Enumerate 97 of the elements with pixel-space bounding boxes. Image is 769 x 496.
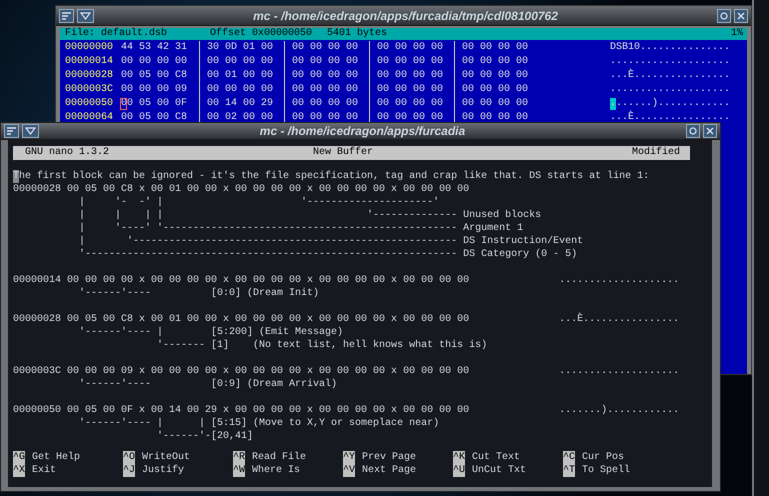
hex-offset: 00000000 [65,41,114,55]
hex-bytes: 00 00 00 00 [462,42,528,53]
shortcut-label: Prev Page [362,451,416,464]
shortcut-label: Cur Pos [582,451,624,464]
hex-bytes: 00 00 00 00 [121,56,188,67]
shortcut-key: ^U [453,464,466,477]
editor-line: | '----' '------------------------------------------------- Argument 1 [78,223,524,234]
hex-bytes: 00 00 00 00 [377,70,444,81]
shortcut-key: ^J [123,464,136,477]
hex-bytes: 00 00 00 00 [207,56,274,67]
circle-button-icon[interactable] [717,8,731,22]
shortcut-label: To Spell [582,464,630,477]
close-icon[interactable] [703,124,717,138]
hex-bytes: 00 00 00 00 [462,98,528,109]
hex-bytes: 00 00 00 00 [462,56,528,67]
hex-bytes: 00 00 00 00 [292,42,358,53]
close-icon[interactable] [734,8,748,22]
shortcut-key: ^Y [343,451,356,464]
circle-button-icon[interactable] [686,124,700,138]
hex-offset: 0000003C [65,83,114,97]
hex-bytes: 00 00 00 00 [292,56,358,67]
hex-bytes: 30 0D 01 00 [207,42,274,53]
window-title: mc - /home/icedragon/apps/furcadia [260,124,466,138]
editor-line: 00000014 00 00 00 00 x 00 00 00 00 x 00 00 00 00 x 00 00 00 00 x 00 00 00 00 .................... [13,275,680,286]
shortcut-key: ^W [233,464,246,477]
hex-bytes: 00 00 00 00 [377,112,444,123]
hex-bytes: 00 00 00 00 [462,70,528,81]
shortcut-key: ^O [123,451,136,464]
editor-line: '------- [1] (No text list, hell knows what this is) [156,340,488,351]
hex-bytes: 00 01 00 00 [207,70,274,81]
hex-bytes: 00 00 00 00 [292,112,358,123]
shortcut-label: Read File [252,451,306,464]
editor-line: '------'---- [0:9] (Dream Arrival) [78,379,338,390]
editor-line: '------'-[20,41] [156,431,254,442]
window-title: mc - /home/icedragon/apps/furcadia/tmp/cdl08100762 [253,8,558,22]
shortcut-key: ^G [13,451,26,464]
dropdown-icon[interactable] [77,8,94,22]
hex-offset: 00000028 [65,69,114,83]
ascii-text: DSB10............... [610,42,730,53]
menu-icon[interactable] [59,8,74,22]
hex-offset: 00000064 [65,111,114,125]
ascii-text: ...È................ [610,112,730,123]
shortcut-key: ^V [343,464,356,477]
editor-line: '-------------------------------------------------------------- DS Category (0 - 5) [78,249,578,260]
ascii-text: .................... [610,56,730,67]
hex-bytes: 00 00 00 00 [292,84,358,95]
shortcut-key: ^K [453,451,466,464]
shortcut-label: Where Is [252,464,300,477]
editor-line: | '- -' | '---------------------' [78,197,440,208]
shortcut-label: UnCut Txt [472,464,526,477]
editor-line: 00000028 00 05 00 C8 x 00 01 00 00 x 00 00 00 00 x 00 00 00 00 x 00 00 00 00 ...È................ [13,314,680,325]
hex-bytes: 00 00 00 09 [121,84,188,95]
hex-bytes: 00 00 00 00 [292,98,358,109]
shortcut-label: Get Help [32,451,80,464]
file-name: File: default.dsb [65,28,168,40]
editor-line: 0000003C 00 00 00 09 x 00 00 00 00 x 00 00 00 00 x 00 00 00 00 x 00 00 00 00 .................... [13,366,680,377]
shortcut-label: Exit [32,464,56,477]
percent-text: 1% [730,28,743,40]
dropdown-icon[interactable] [22,124,39,138]
hex-bytes: 00 14 00 29 [207,98,274,109]
ascii-text: ...È................ [610,70,730,81]
editor-line: '------'---- | | [5:15] (Move to X,Y or someplace near) [78,418,440,429]
shortcut-key: ^R [233,451,246,464]
editor-line: | '------------------------------------------------------ DS Instruction/Event [78,236,584,247]
shortcut-key: ^X [13,464,26,477]
offset-text: Offset 0x00000050 [210,28,314,40]
shortcut-label: Justify [142,464,184,477]
shortcut-key: ^C [563,451,576,464]
shortcut-key: ^T [563,464,576,477]
app-version: GNU nano 1.3.2 [25,146,110,160]
hex-bytes: 00 00 00 00 [377,56,444,67]
hex-bytes: 00 00 00 00 [292,70,358,81]
modified-status: Modified [632,146,680,160]
hex-bytes: 00 00 00 00 [377,98,444,109]
hex-bytes: 00 00 00 00 [207,84,274,95]
editor-line: | | | | '-------------- Unused blocks [78,210,542,221]
hex-offset: 00000014 [65,55,114,69]
shortcut-label: Next Page [362,464,416,477]
hex-bytes: 00 00 00 00 [377,42,444,53]
hex-bytes: 00 05 00 C8 [121,112,188,123]
shortcut-label: WriteOut [142,451,190,464]
hex-bytes: 00 05 00 C8 [121,70,188,81]
hex-bytes: 00 02 00 00 [207,112,274,123]
hex-bytes: 00 00 00 00 [462,112,528,123]
hex-offset: 00000050 [65,97,114,111]
file-size: 5401 bytes [327,28,388,40]
editor-line: '------'---- | [5:200] (Emit Message) [78,327,344,338]
editor-line: '------'---- [0:0] (Dream Init) [78,288,320,299]
shortcut-label: Cut Text [472,451,520,464]
editor-line: 00000028 00 05 00 C8 x 00 01 00 00 x 00 00 00 00 x 00 00 00 00 x 00 00 00 00 [13,184,470,195]
hex-bytes: 00 00 00 00 [462,84,528,95]
buffer-name: New Buffer [313,146,374,160]
ascii-text: .................... [610,84,730,95]
menu-icon[interactable] [4,124,19,138]
editor-line: 00000050 00 05 00 0F x 00 14 00 29 x 00 00 00 00 x 00 00 00 00 x 00 00 00 00 .......)............ [13,405,680,416]
hex-bytes: 00 00 00 00 [377,84,444,95]
hex-bytes: 44 53 42 31 [121,42,188,53]
